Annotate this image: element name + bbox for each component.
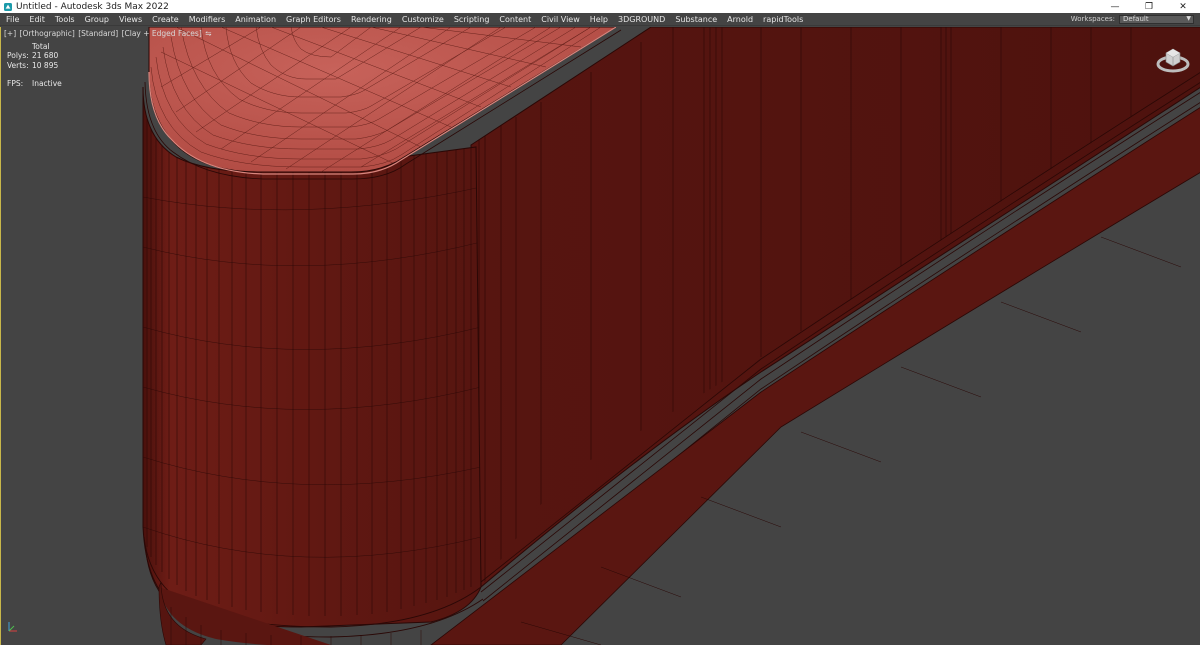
scene-statistics: Total Polys: 21 680 Verts: 10 895 FPS: Inac… [7,42,62,89]
viewport-view-menu[interactable]: [Orthographic] [20,29,75,38]
menu-views[interactable]: Views [114,13,147,26]
menu-scripting[interactable]: Scripting [449,13,495,26]
stats-header: Total [32,42,50,51]
menu-tools[interactable]: Tools [50,13,80,26]
menu-graph-editors[interactable]: Graph Editors [281,13,346,26]
menu-create[interactable]: Create [147,13,184,26]
menu-group[interactable]: Group [80,13,114,26]
restore-icon: ❐ [1144,1,1154,12]
perspective-viewport[interactable]: [+] [Orthographic] [Standard] [Clay + Ed… [0,27,1200,645]
menu-civil-view[interactable]: Civil View [536,13,585,26]
menu-animation[interactable]: Animation [230,13,281,26]
menu-edit[interactable]: Edit [24,13,50,26]
viewport-label[interactable]: [+] [Orthographic] [Standard] [Clay + Ed… [4,29,212,38]
menu-substance[interactable]: Substance [670,13,722,26]
menu-content[interactable]: Content [494,13,536,26]
menu-modifiers[interactable]: Modifiers [184,13,231,26]
minimize-button[interactable]: — [1098,0,1132,13]
mesh-scene [142,27,1200,645]
fps-label: FPS: [7,79,24,89]
viewport-display-style[interactable]: [Clay + Edged Faces] [122,29,202,38]
axis-tripod-icon [8,622,17,632]
menu-3dground[interactable]: 3DGROUND [613,13,670,26]
3dsmax-logo-icon [4,2,12,11]
close-button[interactable]: ✕ [1166,0,1200,13]
chevron-down-icon: ▼ [1186,15,1191,22]
menu-file[interactable]: File [0,13,24,26]
filter-icon[interactable]: ⇋ [205,29,211,38]
viewport-shading-standard[interactable]: [Standard] [78,29,118,38]
workspace-dropdown[interactable]: Default ▼ [1119,14,1194,24]
title-bar: Untitled - Autodesk 3ds Max 2022 — ❐ ✕ [0,0,1200,13]
viewcube-icon[interactable] [1153,39,1193,79]
menu-arnold[interactable]: Arnold [722,13,758,26]
polys-label: Polys: [7,51,29,61]
minimize-icon: — [1110,1,1120,12]
menu-bar: File Edit Tools Group Views Create Modif… [0,13,1200,26]
menu-help[interactable]: Help [585,13,613,26]
workspaces-label: Workspaces: [1070,15,1115,23]
menu-customize[interactable]: Customize [397,13,449,26]
verts-label: Verts: [7,60,29,70]
polys-value: 21 680 [32,51,59,61]
fps-value: Inactive [32,79,62,89]
menu-rendering[interactable]: Rendering [346,13,397,26]
stats-gap [7,70,62,79]
stats-spacer [7,42,32,51]
verts-value: 10 895 [32,60,59,70]
window-title: Untitled - Autodesk 3ds Max 2022 [16,1,169,12]
viewport-general-menu[interactable]: [+] [4,29,16,38]
menu-rapidtools[interactable]: rapidTools [758,13,808,26]
restore-button[interactable]: ❐ [1132,0,1166,13]
workspace-value: Default [1123,15,1149,23]
close-icon: ✕ [1179,1,1187,12]
